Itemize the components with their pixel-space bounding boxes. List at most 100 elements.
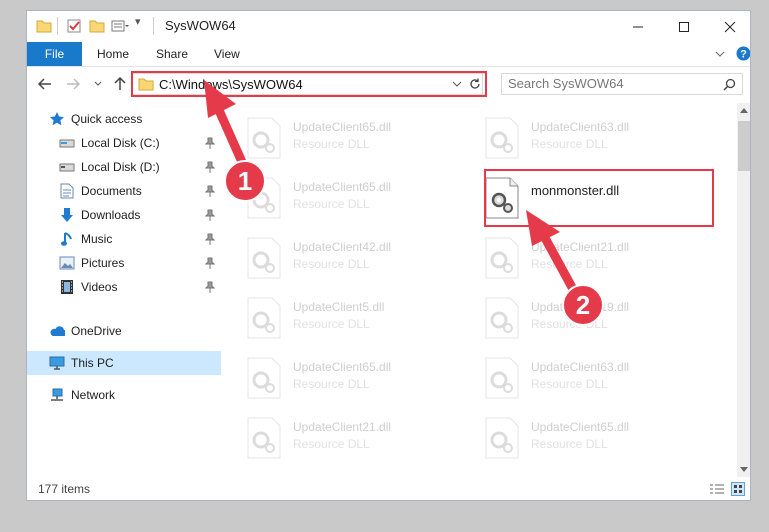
file-name: UpdateClient21.dll [293,420,392,434]
sidebar-item-local-disk-c[interactable]: Local Disk (C:) [27,131,221,155]
help-icon[interactable]: ? [736,46,751,61]
file-item[interactable]: UpdateClient21.dll Resource DLL [484,233,714,281]
sidebar-item-this-pc[interactable]: This PC [27,351,221,375]
pin-icon[interactable] [205,185,215,197]
minimize-icon [633,26,643,27]
ribbon-tabs: File Home Share View ? [27,42,750,67]
customize-toolbar-icon[interactable] [111,18,129,34]
sidebar-item-label: Network [71,388,116,402]
file-item[interactable]: UpdateClient42.dll Resource DLL [246,233,476,281]
address-highlight-box [131,71,487,97]
back-button[interactable] [36,75,54,93]
documents-icon [59,183,75,199]
window-title: SysWOW64 [165,18,236,33]
pin-icon[interactable] [205,137,215,149]
qat-dropdown-icon[interactable]: ▾ [135,15,141,28]
star-icon [49,111,65,127]
sidebar-item-quick-access[interactable]: Quick access [27,107,221,131]
file-name: UpdateClient65.dll [293,120,392,134]
file-type: Resource DLL [293,257,370,271]
search-box[interactable] [501,73,743,95]
sidebar-item-label: Pictures [81,256,125,270]
file-name: UpdateClient65.dll [531,420,630,434]
file-item[interactable]: UpdateClient63.dll Resource DLL [484,113,714,161]
file-name: UpdateClient65.dll [293,360,392,374]
dll-file-icon [485,237,519,279]
dll-file-icon [247,237,281,279]
pin-icon[interactable] [205,161,215,173]
new-folder-icon[interactable] [89,18,105,34]
scroll-down-icon[interactable] [740,467,748,473]
minimize-button[interactable] [615,11,661,42]
sidebar-item-network[interactable]: Network [27,383,221,407]
sidebar-item-onedrive[interactable]: OneDrive [27,319,221,343]
svg-text:?: ? [740,49,747,61]
recent-locations-button[interactable] [89,75,107,93]
dll-file-icon [485,117,519,159]
pictures-icon [59,255,75,271]
sidebar-item-local-disk-d[interactable]: Local Disk (D:) [27,155,221,179]
up-arrow-icon [114,77,126,90]
sidebar-item-label: OneDrive [71,324,122,338]
chevron-down-icon [94,81,102,86]
pin-icon[interactable] [205,281,215,293]
file-item[interactable]: UpdateClient63.dll Resource DLL [484,353,714,401]
close-icon [724,21,736,32]
large-icons-view-icon[interactable] [731,482,745,496]
drive-icon [59,159,75,175]
tab-share[interactable]: Share [156,42,188,66]
file-name: UpdateClient19.dll [531,300,630,314]
file-item[interactable]: UpdateClient21.dll Resource DLL [246,413,476,461]
file-type: Resource DLL [293,377,370,391]
sidebar-item-label: Music [81,232,113,246]
forward-arrow-icon [67,78,80,90]
vertical-scrollbar[interactable] [737,103,750,477]
file-type: Resource DLL [293,317,370,331]
maximize-button[interactable] [661,11,707,42]
sidebar-item-label: Local Disk (C:) [81,136,160,150]
scroll-up-icon[interactable] [740,107,748,113]
sidebar-item-label: Videos [81,280,118,294]
dll-file-icon [247,357,281,399]
sidebar-item-label: Local Disk (D:) [81,160,160,174]
videos-icon [59,279,75,295]
navigation-pane: Quick access Local Disk (C:) Local Disk … [27,103,221,477]
file-item[interactable]: UpdateClient19.dll Resource DLL [484,293,714,341]
pin-icon[interactable] [205,233,215,245]
file-item[interactable]: UpdateClient65.dll Resource DLL [246,353,476,401]
file-name: UpdateClient63.dll [531,360,630,374]
scrollbar-thumb[interactable] [738,121,750,171]
sidebar-item-label: This PC [71,356,114,370]
file-type: Resource DLL [293,437,370,451]
file-type: Resource DLL [531,137,608,151]
up-button[interactable] [111,75,129,93]
file-item[interactable]: UpdateClient65.dll Resource DLL [246,173,476,221]
file-item[interactable]: UpdateClient5.dll Resource DLL [246,293,476,341]
file-item[interactable]: UpdateClient65.dll Resource DLL [246,113,476,161]
tab-home[interactable]: Home [97,42,129,66]
properties-icon[interactable] [66,18,82,34]
file-highlight-box [484,169,714,227]
close-button[interactable] [707,11,750,42]
tab-file[interactable]: File [27,42,82,66]
file-item[interactable]: UpdateClient65.dll Resource DLL [484,413,714,461]
pin-icon[interactable] [205,257,215,269]
file-name: UpdateClient65.dll [293,180,392,194]
sidebar-item-pictures[interactable]: Pictures [27,251,221,275]
details-view-icon[interactable] [709,483,725,495]
expand-ribbon-icon[interactable] [715,49,725,59]
search-input[interactable] [508,76,708,91]
search-icon [723,78,736,91]
tab-view[interactable]: View [214,42,240,66]
sidebar-item-documents[interactable]: Documents [27,179,221,203]
pin-icon[interactable] [205,209,215,221]
dll-file-icon [485,297,519,339]
sidebar-item-downloads[interactable]: Downloads [27,203,221,227]
file-name: UpdateClient21.dll [531,240,630,254]
sidebar-item-label: Quick access [71,112,143,126]
sidebar-item-music[interactable]: Music [27,227,221,251]
forward-button[interactable] [64,75,82,93]
file-name: UpdateClient5.dll [293,300,385,314]
sidebar-item-videos[interactable]: Videos [27,275,221,299]
network-icon [49,387,65,403]
